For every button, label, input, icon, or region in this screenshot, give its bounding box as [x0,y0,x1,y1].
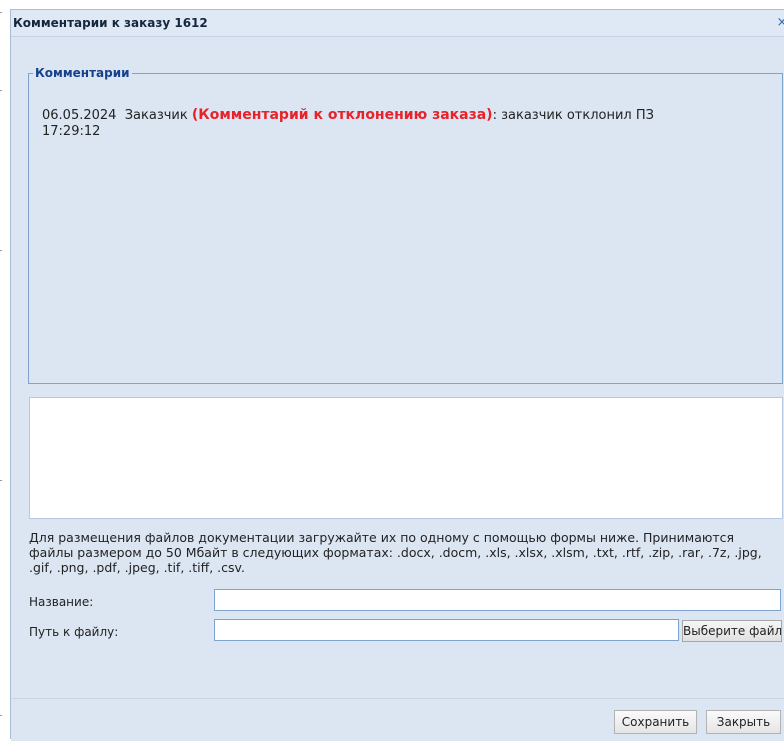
name-label: Название: [29,595,94,609]
save-button[interactable]: Сохранить [614,710,697,734]
dialog-footer: Сохранить Закрыть [11,698,784,741]
comment-time: 17:29:12 [42,124,101,139]
edge-tick [0,90,2,91]
comment-type: (Комментарий к отклонению заказа) [191,107,493,123]
close-icon[interactable]: × [774,14,784,32]
edge-tick [0,480,2,481]
comment-date: 06.05.2024 [42,108,117,123]
comments-legend: Комментарии [35,66,130,80]
choose-file-button[interactable]: Выберите файл [682,620,782,642]
upload-instructions: Для размещения файлов документации загру… [29,530,762,575]
close-button[interactable]: Закрыть [706,710,781,734]
comment-text: : заказчик отклонил ПЗ [492,108,654,123]
edge-tick [0,250,2,251]
comment-author: Заказчик [124,108,188,123]
comments-dialog: Комментарии к заказу 1612 × Комментарии … [10,9,784,741]
comment-entry: 06.05.2024 Заказчик (Комментарий к откло… [42,107,654,140]
edge-tick [0,12,2,13]
edge-tick [0,715,2,716]
comment-line: 06.05.2024 Заказчик (Комментарий к откло… [42,107,654,124]
comments-fieldset: Комментарии 06.05.2024 Заказчик (Коммент… [28,66,783,384]
file-path-input[interactable] [214,619,679,641]
dialog-title: Комментарии к заказу 1612 [13,16,208,30]
file-path-label: Путь к файлу: [29,625,119,639]
dialog-titlebar[interactable]: Комментарии к заказу 1612 × [11,10,784,37]
new-comment-textarea[interactable] [29,397,783,519]
name-input[interactable] [214,589,781,611]
